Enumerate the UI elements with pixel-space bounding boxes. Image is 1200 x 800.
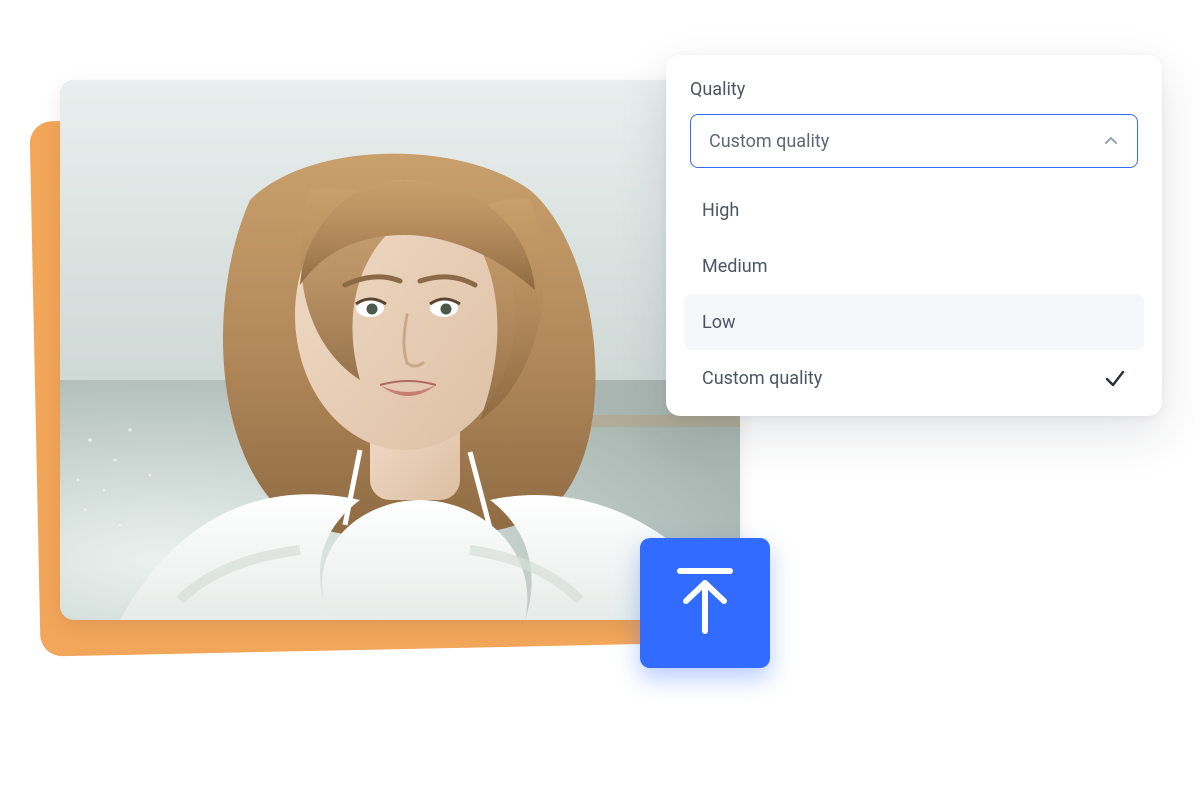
option-label: High bbox=[702, 200, 739, 221]
quality-select-value: Custom quality bbox=[709, 131, 829, 152]
check-icon bbox=[1104, 367, 1126, 389]
stage: Quality Custom quality High Medium Low C… bbox=[0, 0, 1200, 800]
quality-select[interactable]: Custom quality bbox=[690, 114, 1138, 168]
quality-option-medium[interactable]: Medium bbox=[684, 238, 1144, 294]
quality-option-low[interactable]: Low bbox=[684, 294, 1144, 350]
upload-to-line-icon bbox=[674, 565, 736, 641]
preview-image bbox=[60, 80, 740, 620]
quality-panel: Quality Custom quality High Medium Low C… bbox=[666, 55, 1162, 416]
quality-option-custom[interactable]: Custom quality bbox=[684, 350, 1144, 406]
quality-options-list: High Medium Low Custom quality bbox=[690, 176, 1138, 406]
option-label: Medium bbox=[702, 256, 768, 277]
chevron-up-icon bbox=[1103, 133, 1119, 149]
quality-label: Quality bbox=[690, 79, 1138, 100]
quality-option-high[interactable]: High bbox=[684, 182, 1144, 238]
option-label: Low bbox=[702, 312, 736, 333]
option-label: Custom quality bbox=[702, 368, 822, 389]
upload-button[interactable] bbox=[640, 538, 770, 668]
